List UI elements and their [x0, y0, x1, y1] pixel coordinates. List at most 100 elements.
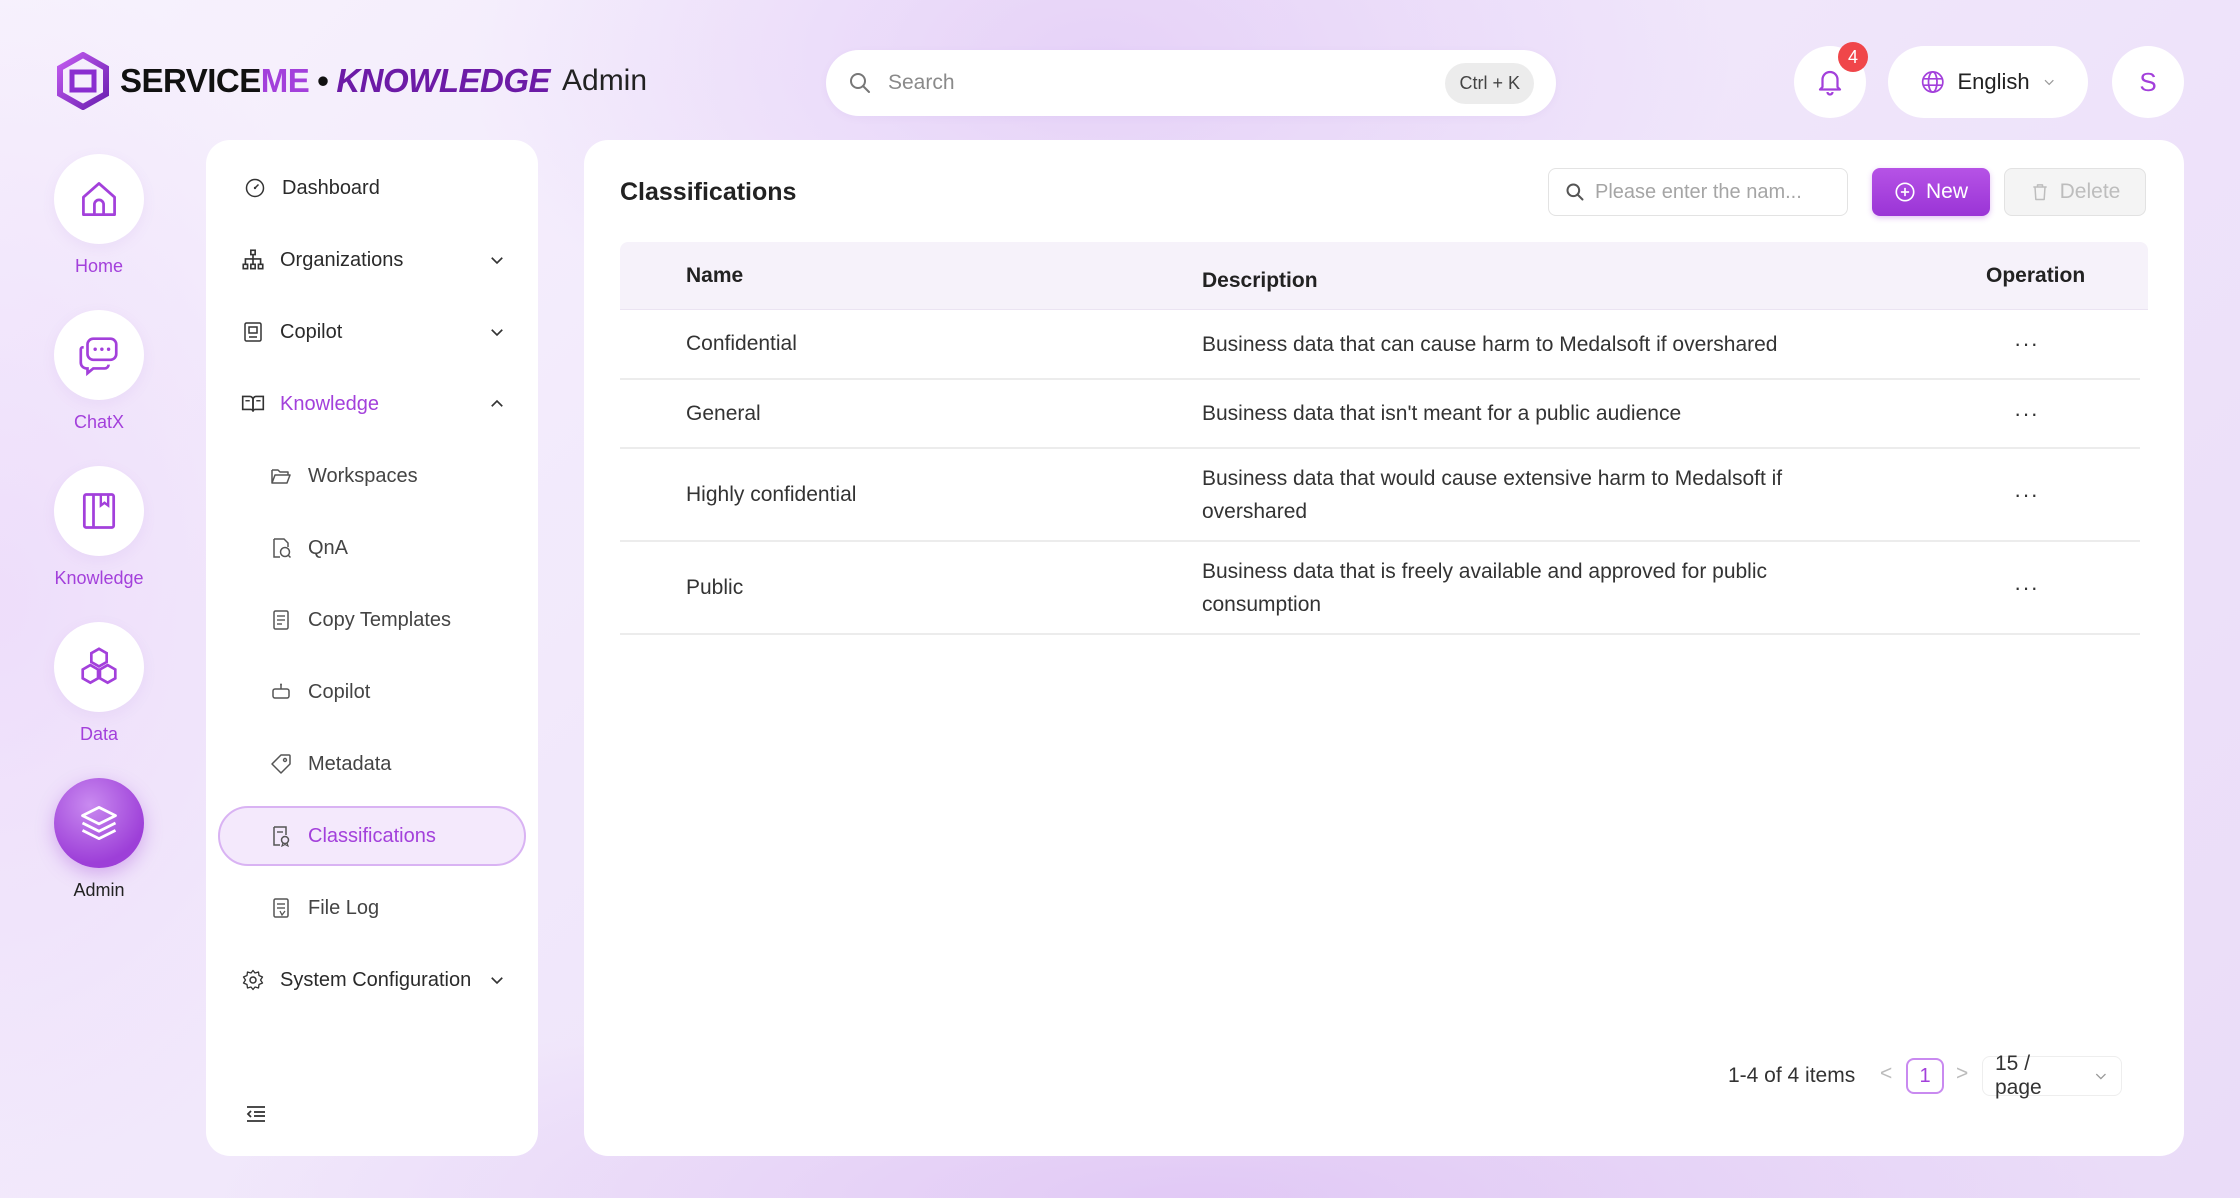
- collapse-sidebar-button[interactable]: [244, 1102, 268, 1131]
- sidebar-item-classifications[interactable]: Classifications: [268, 808, 518, 864]
- qna-icon: [268, 535, 294, 561]
- search-shortcut-badge: Ctrl + K: [1445, 62, 1534, 104]
- search-placeholder: Search: [888, 71, 955, 94]
- rail-item-data[interactable]: Data: [54, 622, 144, 744]
- rail-label-admin: Admin: [73, 880, 125, 900]
- sidebar-item-organizations[interactable]: Organizations: [240, 232, 518, 288]
- chevron-down-icon: [491, 257, 503, 265]
- chevron-down-icon: [2096, 1073, 2107, 1080]
- table-row[interactable]: Highly confidential Business data that w…: [620, 449, 2140, 542]
- user-avatar[interactable]: S: [2112, 46, 2184, 118]
- pagination-total: 1-4 of 4 items: [1728, 1064, 1856, 1087]
- row-more-button[interactable]: ···: [2014, 575, 2039, 601]
- rail-item-knowledge[interactable]: Knowledge: [54, 466, 144, 588]
- sidebar-item-copy-templates[interactable]: Copy Templates: [268, 592, 518, 648]
- prev-page-button[interactable]: <: [1880, 1062, 1892, 1086]
- delete-button[interactable]: Delete: [2004, 168, 2146, 216]
- trash-icon: [2032, 184, 2047, 201]
- language-selector[interactable]: English: [1888, 46, 2088, 118]
- table-row[interactable]: Confidential Business data that can caus…: [620, 310, 2140, 380]
- sidebar-item-qna[interactable]: QnA: [268, 520, 518, 576]
- rail-chatx-button[interactable]: [54, 310, 144, 400]
- next-page-button[interactable]: >: [1956, 1062, 1968, 1086]
- column-header-description: Description: [1202, 269, 1318, 292]
- sidebar-item-dashboard[interactable]: Dashboard: [242, 160, 518, 216]
- classifications-table: Name Description Operation Confidential …: [620, 242, 2148, 635]
- classifications-panel: Classifications Please enter the nam... …: [584, 140, 2184, 1156]
- row-name: General: [686, 401, 761, 425]
- page-size-select[interactable]: 15 / page: [1982, 1052, 2122, 1099]
- page-1-button[interactable]: 1: [1906, 1058, 1944, 1094]
- rail-label-data: Data: [79, 724, 119, 744]
- hexagons-icon: [81, 647, 117, 685]
- brand-name: SERVICE ME • KNOWLEDGE: [120, 62, 551, 100]
- name-filter-input[interactable]: Please enter the nam...: [1548, 168, 1848, 216]
- chevron-down-icon: [491, 329, 503, 337]
- row-more-button[interactable]: ···: [2014, 401, 2039, 427]
- table-row[interactable]: General Business data that isn't meant f…: [620, 380, 2140, 449]
- column-header-operation: Operation: [1986, 264, 2086, 287]
- gear-icon: [240, 967, 266, 993]
- new-button[interactable]: New: [1872, 168, 1990, 216]
- row-more-button[interactable]: ···: [2014, 482, 2039, 508]
- search-icon: [1566, 183, 1584, 201]
- rail-admin-button[interactable]: [54, 778, 144, 868]
- sidebar-item-knowledge[interactable]: Knowledge: [240, 376, 518, 432]
- search-icon: [850, 73, 870, 93]
- sidebar-label-organizations: Organizations: [280, 248, 404, 271]
- delete-button-label: Delete: [2059, 180, 2121, 203]
- rail-label-chatx: ChatX: [73, 412, 125, 432]
- sidebar-label-metadata: Metadata: [308, 752, 392, 775]
- tag-icon: [268, 751, 294, 777]
- sidebar-label-classifications: Classifications: [308, 824, 436, 847]
- sidebar-item-copilot[interactable]: Copilot: [240, 304, 518, 360]
- sidebar-item-file-log[interactable]: File Log: [268, 880, 518, 936]
- row-name: Public: [686, 575, 744, 599]
- rail-data-button[interactable]: [54, 622, 144, 712]
- row-description: Business data that is freely available a…: [1202, 559, 1768, 616]
- sidebar-item-workspaces[interactable]: Workspaces: [268, 448, 518, 504]
- global-search[interactable]: Search Ctrl + K: [826, 50, 1556, 116]
- sidebar-label-dashboard: Dashboard: [282, 176, 380, 199]
- sidebar-label-copilot-sub: Copilot: [308, 680, 371, 703]
- table-header: Name Description Operation: [620, 242, 2148, 310]
- chat-icon: [79, 337, 118, 377]
- table-row[interactable]: Public Business data that is freely avai…: [620, 542, 2140, 635]
- language-label: English: [1957, 69, 2030, 94]
- sidebar-item-system-configuration[interactable]: System Configuration: [240, 952, 518, 1008]
- chevron-down-icon: [491, 977, 503, 985]
- sidebar-label-copilot: Copilot: [280, 320, 343, 343]
- brand-me: ME: [260, 62, 310, 99]
- row-more-button[interactable]: ···: [2014, 331, 2039, 357]
- row-name: Highly confidential: [686, 482, 857, 506]
- rail-item-chatx[interactable]: ChatX: [54, 310, 144, 432]
- rail-knowledge-button[interactable]: [54, 466, 144, 556]
- brand-knowledge: KNOWLEDGE: [336, 62, 551, 99]
- row-description: Business data that would cause extensive…: [1202, 466, 1783, 523]
- sidebar-item-copilot-sub[interactable]: Copilot: [268, 664, 518, 720]
- chevron-down-icon: [2044, 79, 2054, 86]
- sidebar-item-metadata[interactable]: Metadata: [268, 736, 518, 792]
- file-log-icon: [268, 895, 294, 921]
- plus-circle-icon: [1895, 182, 1915, 202]
- rail-item-admin[interactable]: Admin: [54, 778, 144, 900]
- template-icon: [268, 607, 294, 633]
- brand-logo[interactable]: SERVICE ME • KNOWLEDGE: [56, 52, 551, 110]
- open-book-icon: [240, 391, 266, 417]
- sidebar-label-copy-templates: Copy Templates: [308, 608, 452, 631]
- rail-item-home[interactable]: Home: [54, 154, 144, 276]
- column-header-name: Name: [686, 264, 744, 287]
- sidebar-label-qna: QnA: [308, 536, 349, 559]
- bell-icon: [1818, 70, 1842, 96]
- rail-label-knowledge: Knowledge: [54, 568, 144, 588]
- layers-icon: [81, 806, 117, 840]
- sidebar-label-workspaces: Workspaces: [308, 464, 418, 487]
- app-rail: Home ChatX Knowledge Data Admin: [54, 154, 144, 934]
- row-name: Confidential: [686, 332, 797, 355]
- sidebar-label-file-log: File Log: [308, 896, 380, 919]
- rail-home-button[interactable]: [54, 154, 144, 244]
- pagination: 1-4 of 4 items < 1 > 15 / page: [584, 1052, 2184, 1099]
- gauge-icon: [242, 175, 268, 201]
- page-size-label: 15 / page: [1995, 1052, 2042, 1099]
- folder-open-icon: [268, 463, 294, 489]
